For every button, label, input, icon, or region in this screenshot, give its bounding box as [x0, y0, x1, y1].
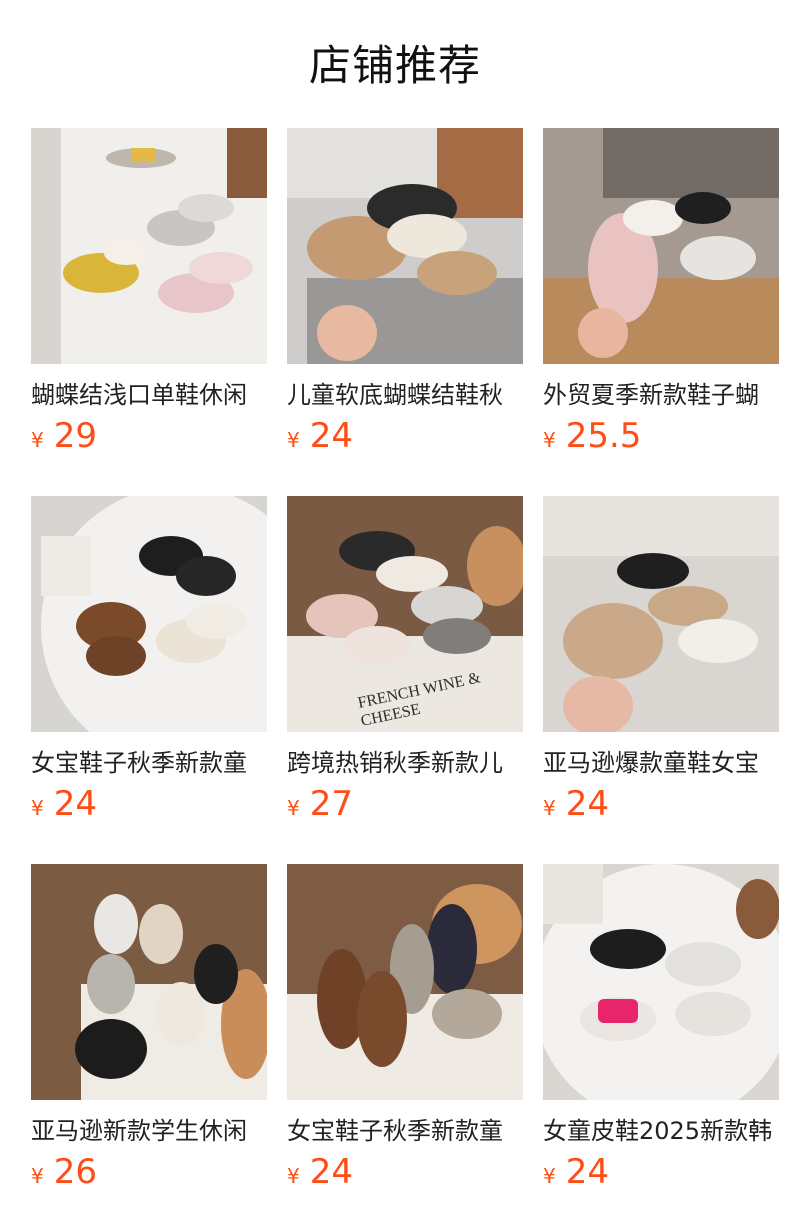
product-card[interactable]: 亚马逊新款学生休闲 ¥26: [31, 864, 267, 1204]
product-image[interactable]: [543, 128, 779, 364]
shoes-photo-icon: [543, 128, 779, 364]
product-price: ¥24: [543, 1150, 609, 1194]
product-card[interactable]: 女童皮鞋2025新款韩 ¥24: [543, 864, 779, 1204]
product-name[interactable]: 外贸夏季新款鞋子蝴: [543, 378, 779, 412]
currency-symbol: ¥: [287, 1164, 300, 1188]
currency-symbol: ¥: [543, 428, 556, 452]
product-price: ¥25.5: [543, 414, 641, 458]
product-image[interactable]: [31, 128, 267, 364]
shoes-photo-icon: [543, 496, 779, 732]
shoes-photo-icon: [287, 864, 523, 1100]
product-name[interactable]: 儿童软底蝴蝶结鞋秋: [287, 378, 523, 412]
product-price: ¥29: [31, 414, 97, 458]
price-value: 24: [53, 784, 97, 824]
product-price: ¥24: [287, 1150, 353, 1194]
page-title: 店铺推荐: [308, 41, 481, 90]
product-image[interactable]: [31, 864, 267, 1100]
product-name[interactable]: 女宝鞋子秋季新款童: [287, 1114, 523, 1148]
currency-symbol: ¥: [31, 1164, 44, 1188]
shoes-photo-icon: [31, 496, 267, 732]
product-price: ¥24: [287, 414, 353, 458]
price-value: 25.5: [565, 416, 642, 456]
currency-symbol: ¥: [287, 428, 300, 452]
shoes-photo-icon: [31, 128, 267, 364]
product-card[interactable]: FRENCH WINE & CHEESE 跨境热销秋季新款儿 ¥27: [287, 496, 523, 836]
shoes-photo-icon: [543, 864, 779, 1100]
price-value: 24: [309, 1152, 353, 1192]
product-price: ¥27: [287, 782, 353, 826]
product-name[interactable]: 跨境热销秋季新款儿: [287, 746, 523, 780]
product-card[interactable]: 女宝鞋子秋季新款童 ¥24: [31, 496, 267, 836]
currency-symbol: ¥: [543, 1164, 556, 1188]
shoes-photo-icon: [287, 128, 523, 364]
shoes-photo-icon: FRENCH WINE & CHEESE: [287, 496, 523, 732]
currency-symbol: ¥: [287, 796, 300, 820]
price-value: 29: [53, 416, 97, 456]
product-price: ¥26: [31, 1150, 97, 1194]
price-value: 24: [565, 1152, 609, 1192]
product-card[interactable]: 蝴蝶结浅口单鞋休闲 ¥29: [31, 128, 267, 468]
price-value: 26: [53, 1152, 97, 1192]
product-image[interactable]: FRENCH WINE & CHEESE: [287, 496, 523, 732]
product-card[interactable]: 外贸夏季新款鞋子蝴 ¥25.5: [543, 128, 779, 468]
currency-symbol: ¥: [543, 796, 556, 820]
price-value: 24: [309, 416, 353, 456]
product-price: ¥24: [543, 782, 609, 826]
shoes-photo-icon: [31, 864, 267, 1100]
product-image[interactable]: [543, 864, 779, 1100]
product-price: ¥24: [31, 782, 97, 826]
product-image[interactable]: [287, 128, 523, 364]
product-image[interactable]: [287, 864, 523, 1100]
product-card[interactable]: 亚马逊爆款童鞋女宝 ¥24: [543, 496, 779, 836]
price-value: 24: [565, 784, 609, 824]
product-name[interactable]: 亚马逊爆款童鞋女宝: [543, 746, 779, 780]
product-name[interactable]: 女宝鞋子秋季新款童: [31, 746, 267, 780]
product-image[interactable]: [543, 496, 779, 732]
price-value: 27: [309, 784, 353, 824]
currency-symbol: ¥: [31, 796, 44, 820]
currency-symbol: ¥: [31, 428, 44, 452]
product-name[interactable]: 女童皮鞋2025新款韩: [543, 1114, 779, 1148]
product-name[interactable]: 蝴蝶结浅口单鞋休闲: [31, 378, 267, 412]
product-image[interactable]: [31, 496, 267, 732]
product-name[interactable]: 亚马逊新款学生休闲: [31, 1114, 267, 1148]
product-card[interactable]: 女宝鞋子秋季新款童 ¥24: [287, 864, 523, 1204]
product-card[interactable]: 儿童软底蝴蝶结鞋秋 ¥24: [287, 128, 523, 468]
